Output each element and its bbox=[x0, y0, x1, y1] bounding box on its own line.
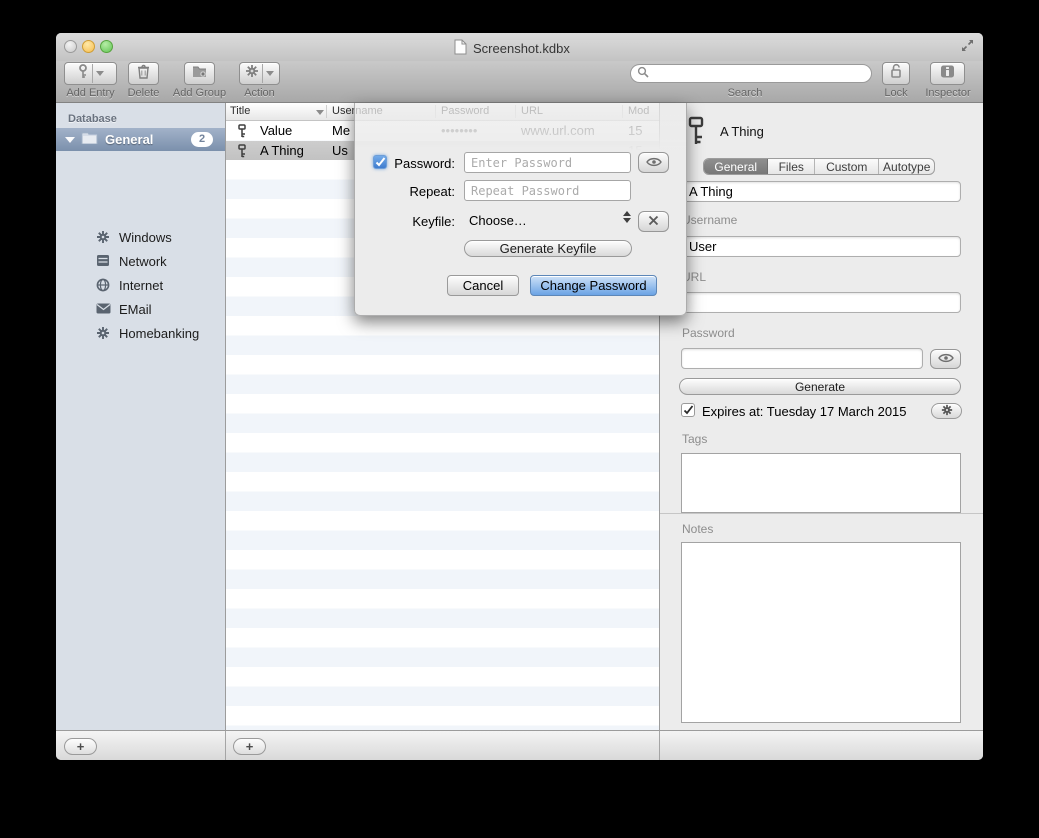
tab-files[interactable]: Files bbox=[768, 159, 815, 174]
title-field[interactable] bbox=[681, 181, 961, 202]
key-icon bbox=[237, 124, 247, 141]
sort-descending-icon bbox=[316, 110, 324, 115]
username-field[interactable] bbox=[681, 236, 961, 257]
keyfile-popup[interactable]: Choose… bbox=[469, 213, 527, 228]
add-group-button[interactable] bbox=[184, 62, 215, 85]
server-icon bbox=[96, 254, 111, 269]
minimize-button[interactable] bbox=[82, 40, 95, 53]
add-group-label: Add Group bbox=[169, 87, 230, 99]
clear-keyfile-button[interactable] bbox=[638, 211, 669, 232]
search-icon bbox=[637, 65, 649, 83]
key-icon bbox=[237, 144, 247, 161]
cancel-button[interactable]: Cancel bbox=[447, 275, 519, 296]
sidebar: Database General 2 Windows Network I bbox=[56, 103, 225, 730]
trash-icon bbox=[137, 64, 150, 84]
chevron-down-icon bbox=[96, 71, 104, 76]
disclosure-triangle-icon[interactable] bbox=[65, 137, 75, 143]
inspector-button[interactable] bbox=[930, 62, 965, 85]
inspector-label: Inspector bbox=[920, 87, 976, 99]
reveal-password-button[interactable] bbox=[930, 349, 961, 369]
expires-label: Expires at: Tuesday 17 March 2015 bbox=[702, 404, 907, 419]
search-input[interactable] bbox=[649, 67, 859, 81]
expires-settings-button[interactable] bbox=[931, 403, 962, 419]
sidebar-item-email[interactable]: EMail bbox=[56, 297, 225, 321]
envelope-icon bbox=[96, 302, 111, 317]
search-field[interactable] bbox=[630, 64, 872, 83]
main-window: Screenshot.kdbx bbox=[56, 33, 983, 760]
action-label: Action bbox=[237, 87, 282, 99]
sidebar-group-label: General bbox=[105, 132, 153, 147]
column-header-title[interactable]: Title bbox=[230, 105, 250, 117]
globe-icon bbox=[96, 278, 111, 293]
sidebar-item-network[interactable]: Network bbox=[56, 249, 225, 273]
inspector-panel: A Thing General Files Custom Autotype Us… bbox=[659, 103, 983, 730]
gear-icon bbox=[96, 230, 111, 245]
key-icon bbox=[686, 116, 706, 151]
search-label: Search bbox=[720, 87, 770, 99]
generate-password-button[interactable]: Generate bbox=[679, 378, 961, 395]
sidebar-item-windows[interactable]: Windows bbox=[56, 225, 225, 249]
title-bar[interactable]: Screenshot.kdbx bbox=[56, 33, 983, 61]
dialog-password-label: Password: bbox=[371, 156, 455, 171]
add-group-footer-button[interactable]: + bbox=[64, 738, 97, 755]
eye-icon bbox=[646, 154, 662, 172]
expires-checkbox[interactable] bbox=[681, 403, 695, 417]
sidebar-group-general[interactable]: General 2 bbox=[56, 128, 225, 151]
document-icon bbox=[454, 39, 467, 58]
sidebar-table-divider[interactable] bbox=[225, 103, 226, 730]
action-button[interactable] bbox=[239, 62, 280, 85]
folder-icon bbox=[81, 131, 98, 149]
delete-label: Delete bbox=[122, 87, 165, 99]
change-password-button[interactable]: Change Password bbox=[530, 275, 657, 296]
add-entry-footer-button[interactable]: + bbox=[233, 738, 266, 755]
add-entry-label: Add Entry bbox=[64, 87, 117, 99]
close-x-icon bbox=[648, 213, 659, 231]
dialog-keyfile-label: Keyfile: bbox=[371, 214, 455, 229]
chevron-down-icon bbox=[266, 71, 274, 76]
notes-textarea[interactable] bbox=[681, 542, 961, 723]
gear-icon bbox=[245, 64, 259, 83]
close-button[interactable] bbox=[64, 40, 77, 53]
dialog-repeat-label: Repeat: bbox=[371, 184, 455, 199]
password-label: Password bbox=[682, 326, 735, 340]
dialog-reveal-password-button[interactable] bbox=[638, 152, 669, 173]
password-field[interactable] bbox=[681, 348, 923, 369]
tags-textarea[interactable] bbox=[681, 453, 961, 513]
section-divider bbox=[659, 513, 983, 514]
eye-icon bbox=[938, 350, 954, 368]
info-icon bbox=[940, 65, 955, 83]
generate-keyfile-button[interactable]: Generate Keyfile bbox=[464, 240, 632, 257]
inspector-tabs: General Files Custom Autotype bbox=[703, 158, 935, 175]
add-entry-button[interactable] bbox=[64, 62, 117, 85]
folder-plus-icon bbox=[192, 64, 207, 83]
notes-label: Notes bbox=[682, 522, 713, 536]
unlock-icon bbox=[889, 63, 903, 84]
key-icon bbox=[77, 64, 89, 84]
zoom-button[interactable] bbox=[100, 40, 113, 53]
inspector-entry-title: A Thing bbox=[720, 124, 764, 139]
bottom-bar: + + bbox=[56, 730, 983, 760]
username-label: Username bbox=[682, 213, 737, 227]
tab-autotype[interactable]: Autotype bbox=[879, 159, 934, 174]
gear-icon bbox=[941, 404, 953, 419]
dialog-password-input[interactable] bbox=[464, 152, 631, 173]
gear-icon bbox=[96, 326, 111, 341]
tab-general[interactable]: General bbox=[704, 159, 768, 174]
sidebar-item-homebanking[interactable]: Homebanking bbox=[56, 321, 225, 345]
window-title: Screenshot.kdbx bbox=[454, 40, 570, 56]
group-count-badge: 2 bbox=[191, 132, 213, 147]
dialog-repeat-input[interactable] bbox=[464, 180, 631, 201]
tab-custom[interactable]: Custom bbox=[815, 159, 879, 174]
stepper-arrows-icon[interactable] bbox=[623, 211, 631, 223]
lock-label: Lock bbox=[880, 87, 912, 99]
lock-button[interactable] bbox=[882, 62, 910, 85]
sidebar-header: Database bbox=[68, 113, 117, 125]
tags-label: Tags bbox=[682, 432, 707, 446]
sidebar-item-internet[interactable]: Internet bbox=[56, 273, 225, 297]
change-password-dialog: Password: Repeat: Keyfile: Choose… Gener… bbox=[354, 103, 687, 316]
fullscreen-icon[interactable] bbox=[960, 38, 975, 58]
url-field[interactable] bbox=[681, 292, 961, 313]
delete-button[interactable] bbox=[128, 62, 159, 85]
